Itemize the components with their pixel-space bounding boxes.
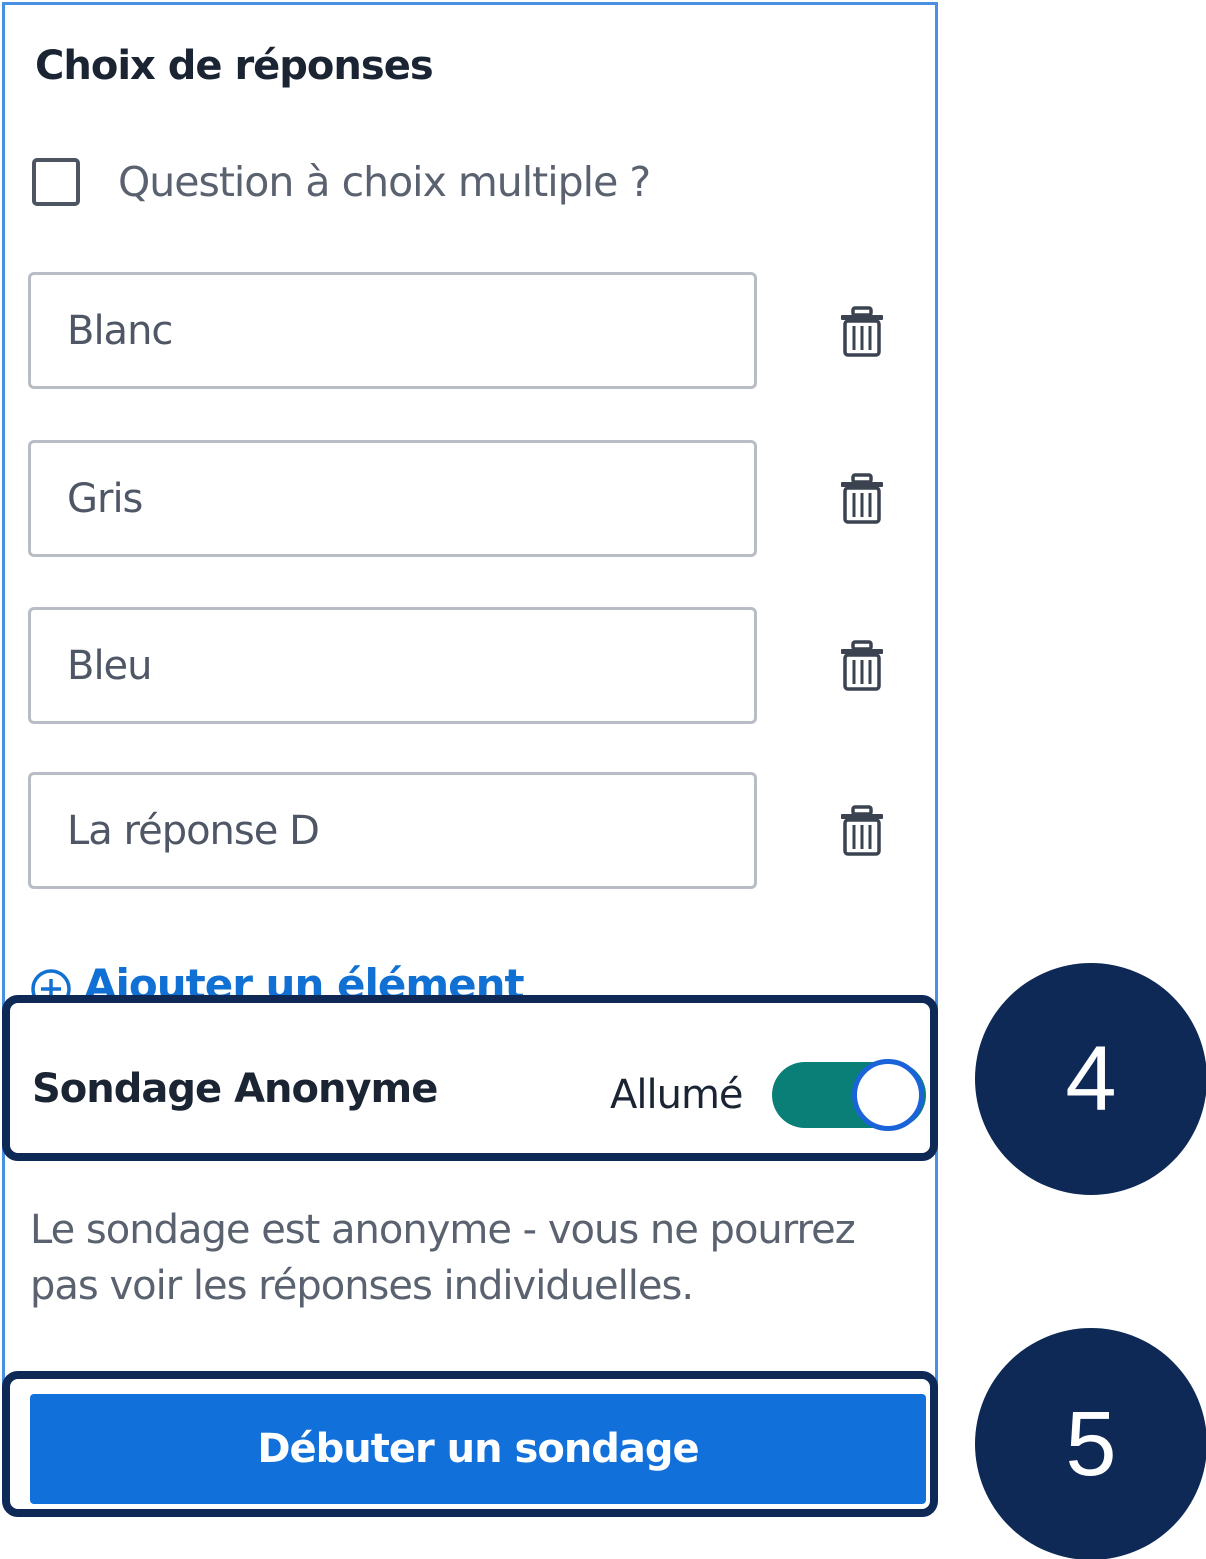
poll-editor-screenshot: Choix de réponses Question à choix multi… bbox=[0, 0, 1206, 1559]
multiple-choice-option[interactable]: Question à choix multiple ? bbox=[32, 158, 651, 206]
answer-input-a[interactable]: Blanc bbox=[28, 272, 757, 389]
answer-input-d[interactable]: La réponse D bbox=[28, 772, 757, 889]
trash-icon[interactable] bbox=[838, 640, 886, 692]
answer-input-b[interactable]: Gris bbox=[28, 440, 757, 557]
callout-highlight-4 bbox=[2, 995, 938, 1161]
callout-highlight-5 bbox=[2, 1371, 938, 1517]
anonymous-note: Le sondage est anonyme - vous ne pourrez… bbox=[30, 1207, 856, 1309]
multiple-choice-label: Question à choix multiple ? bbox=[118, 158, 651, 206]
trash-icon[interactable] bbox=[838, 306, 886, 358]
callout-badge-5: 5 bbox=[975, 1328, 1206, 1559]
callout-badge-4: 4 bbox=[975, 963, 1206, 1195]
trash-icon[interactable] bbox=[838, 473, 886, 525]
trash-icon[interactable] bbox=[838, 805, 886, 857]
multiple-choice-checkbox[interactable] bbox=[32, 158, 80, 206]
answer-input-c[interactable]: Bleu bbox=[28, 607, 757, 724]
section-heading: Choix de réponses bbox=[35, 43, 434, 89]
